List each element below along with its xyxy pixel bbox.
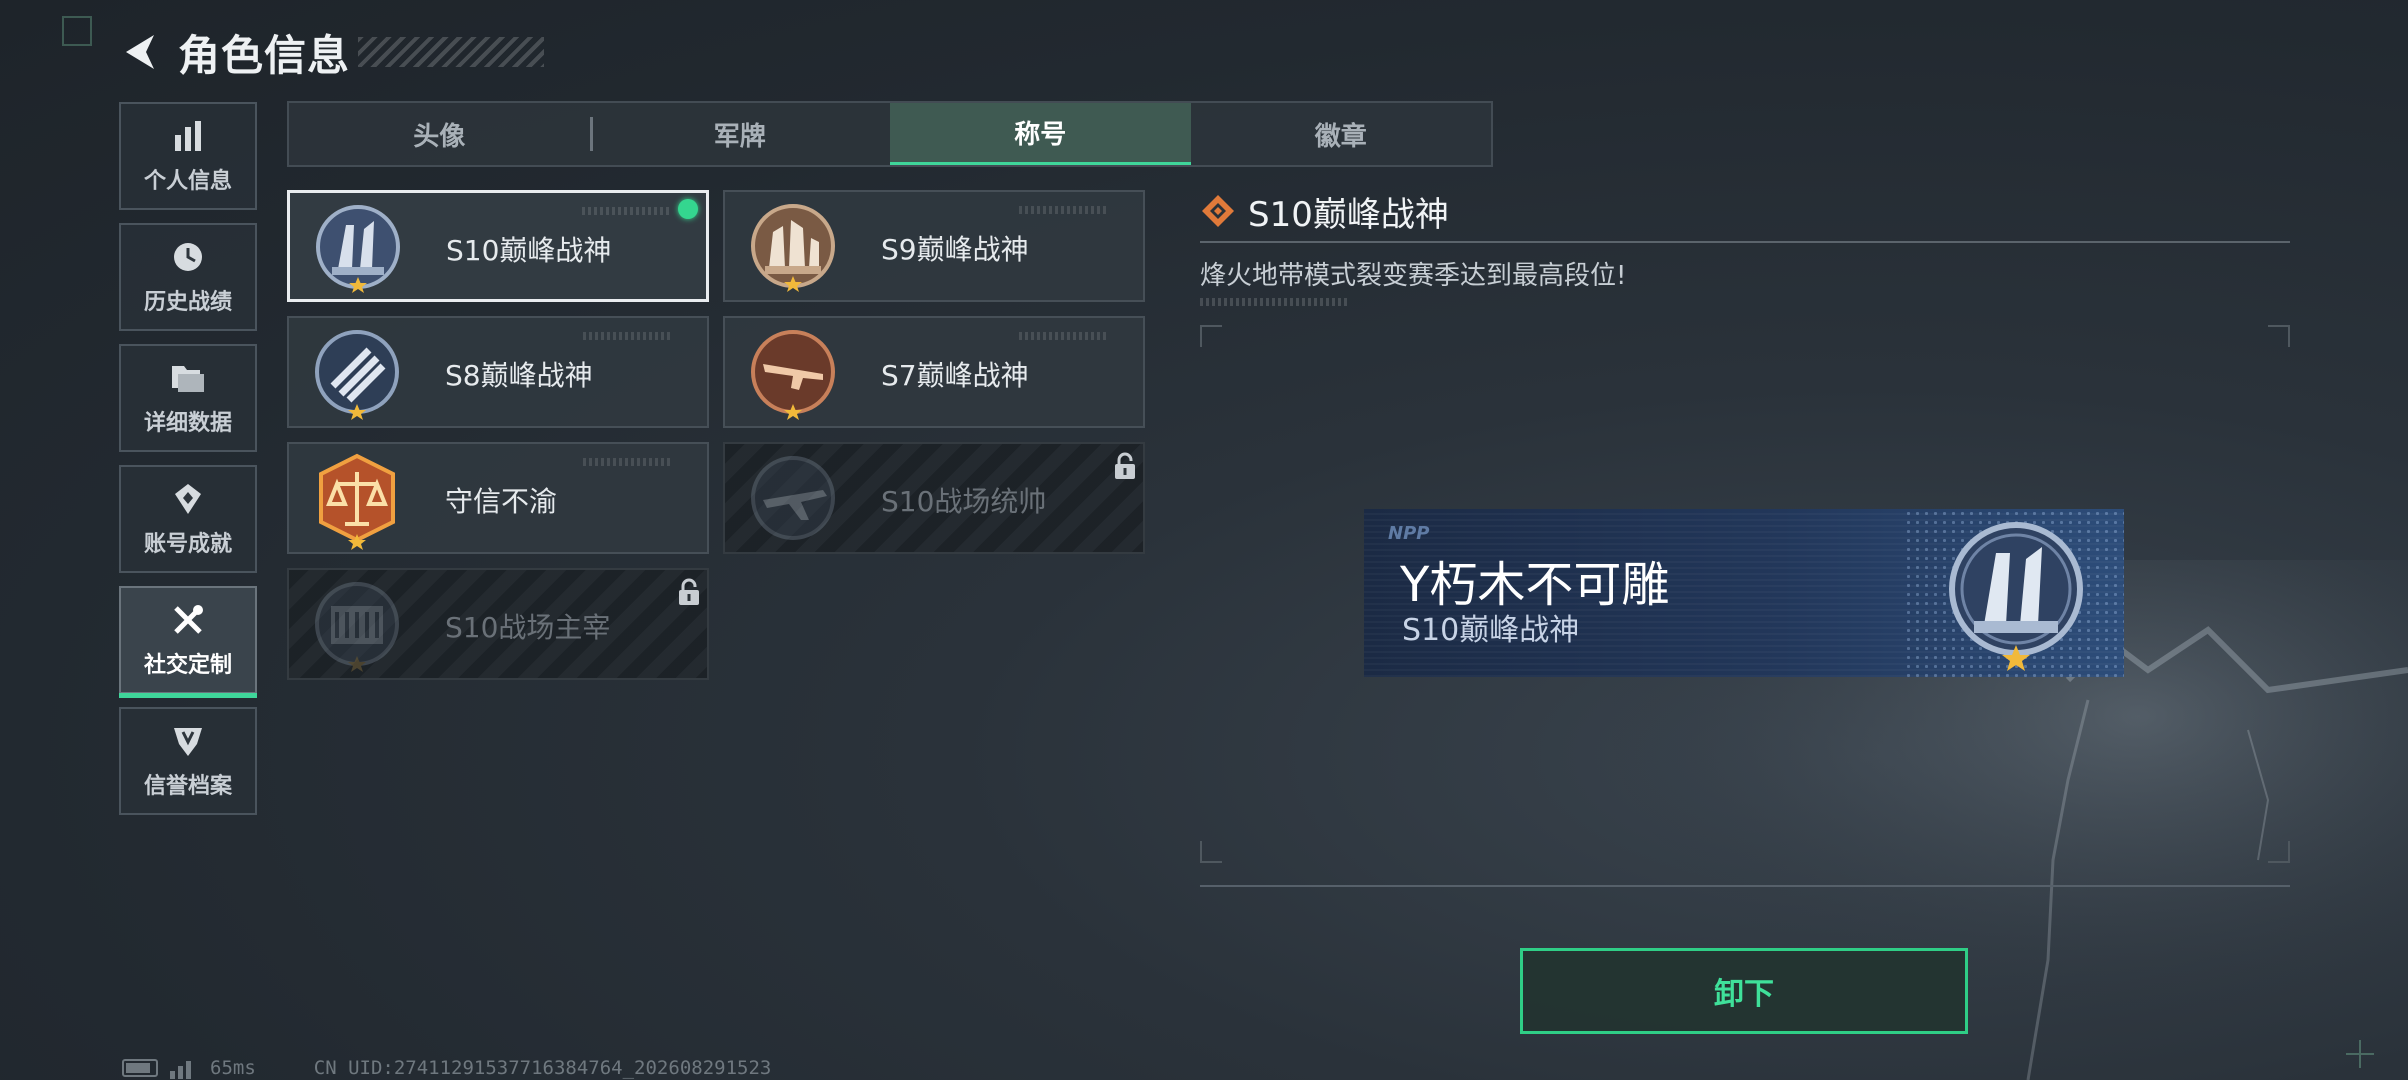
card-decoration (582, 207, 672, 215)
title-decoration (358, 37, 545, 67)
title-card[interactable]: S10巅峰战神 (287, 190, 709, 302)
title-card[interactable]: 守信不渝 (287, 442, 709, 554)
card-decoration (583, 458, 673, 466)
title-card[interactable]: S8巅峰战神 (287, 316, 709, 428)
folder-icon (169, 359, 207, 397)
bar-chart-icon (169, 117, 207, 155)
unequip-button[interactable]: 卸下 (1520, 948, 1968, 1034)
crosshair-icon (2346, 1040, 2374, 1068)
detail-header: S10巅峰战神 (1200, 185, 2290, 237)
lock-icon (679, 578, 699, 605)
signal-icon (170, 1061, 191, 1079)
page-title: 角色信息 (178, 30, 351, 80)
title-name: S10巅峰战神 (446, 234, 612, 267)
tab-dogtag[interactable]: 军牌 (589, 103, 891, 165)
achievement-icon (169, 480, 207, 518)
player-title: S10巅峰战神 (1402, 613, 1580, 648)
sidebar-item-history[interactable]: 历史战绩 (119, 223, 257, 331)
sidebar-item-reputation[interactable]: 信誉档案 (119, 707, 257, 815)
back-arrow-icon[interactable] (118, 29, 164, 75)
scales-emblem-icon (319, 453, 395, 550)
ruins-emblem-icon (751, 204, 835, 292)
title-name: S10战场统帅 (881, 485, 1047, 518)
card-decoration (1019, 206, 1109, 214)
sidebar-item-label: 个人信息 (143, 169, 232, 194)
tab-title[interactable]: 称号 (890, 103, 1191, 165)
description-decoration (1200, 298, 1350, 306)
title-name: S9巅峰战神 (881, 233, 1029, 266)
title-card[interactable]: S10战场主宰 (287, 568, 709, 680)
sidebar-item-label: 信誉档案 (143, 774, 232, 799)
lock-icon (1115, 452, 1135, 479)
card-decoration (1019, 332, 1109, 340)
tower-emblem-icon (316, 205, 400, 293)
namecard-preview: NPP Y朽木不可雕 S10巅峰战神 (1364, 509, 2124, 677)
tower-emblem-icon (1949, 522, 2083, 671)
title-name: S7巅峰战神 (881, 359, 1029, 392)
sidebar-item-achievements[interactable]: 账号成就 (119, 465, 257, 573)
sidebar-item-label: 历史战绩 (143, 290, 232, 315)
wrench-screwdriver-icon (169, 601, 207, 639)
diamond-icon (1202, 195, 1234, 227)
ping-value: 65ms (210, 1057, 256, 1079)
card-decoration (583, 332, 673, 340)
shield-icon (169, 722, 207, 760)
stripes-emblem-icon (315, 330, 399, 420)
detail-description: 烽火地带模式裂变赛季达到最高段位! (1200, 261, 1627, 291)
title-name: S10战场主宰 (445, 611, 611, 644)
title-name: S8巅峰战神 (445, 359, 593, 392)
title-card[interactable]: S7巅峰战神 (723, 316, 1145, 428)
sidebar-item-details[interactable]: 详细数据 (119, 344, 257, 452)
tab-bar: 头像 军牌 称号 徽章 (287, 101, 1493, 167)
tab-badge[interactable]: 徽章 (1191, 103, 1492, 165)
sidebar-item-profile[interactable]: 个人信息 (119, 102, 257, 210)
user-uid: CN UID:27411291537716384764_202608291523 (313, 1057, 772, 1079)
title-card[interactable]: S10战场统帅 (723, 442, 1145, 554)
sidebar-item-social-custom[interactable]: 社交定制 (119, 586, 257, 698)
aircraft-emblem-icon (751, 456, 835, 540)
battery-icon (122, 1059, 158, 1077)
detail-title: S10巅峰战神 (1248, 194, 1449, 235)
corner-decoration (62, 16, 92, 46)
title-card[interactable]: S9巅峰战神 (723, 190, 1145, 302)
sidebar-item-label: 社交定制 (143, 653, 232, 678)
divider (1200, 241, 2290, 243)
title-detail-panel: S10巅峰战神 烽火地带模式裂变赛季达到最高段位! (1200, 185, 2290, 887)
unequip-button-label: 卸下 (1714, 977, 1774, 1012)
title-name: 守信不渝 (445, 485, 558, 518)
page-header: 角色信息 (118, 22, 545, 82)
sidebar: 个人信息 历史战绩 详细数据 账号成就 社交定制 信誉档案 (119, 102, 259, 828)
namecard-logo: NPP (1388, 523, 1430, 544)
sidebar-item-label: 账号成就 (143, 532, 232, 557)
equipped-indicator (678, 199, 698, 219)
clock-icon (169, 238, 207, 276)
status-bar: 65ms CN UID:27411291537716384764_2026082… (122, 1056, 771, 1080)
colosseum-emblem-icon (315, 582, 399, 672)
divider (1200, 885, 2290, 887)
sidebar-item-label: 详细数据 (143, 411, 232, 436)
tab-avatar[interactable]: 头像 (289, 103, 590, 165)
rifle-emblem-icon (751, 330, 835, 420)
